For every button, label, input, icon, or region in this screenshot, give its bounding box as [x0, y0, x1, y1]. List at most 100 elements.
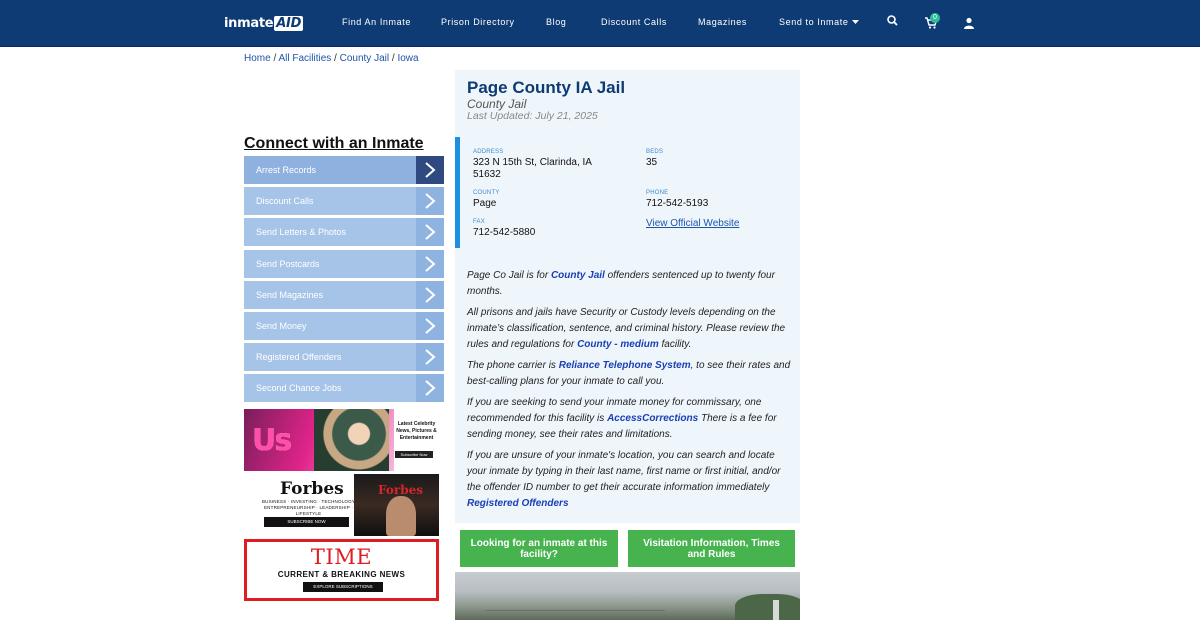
us-weekly-ad[interactable]: Us Latest Celebrity News, Pictures & Ent… — [244, 409, 439, 471]
facility-card: Page County IA Jail County Jail Last Upd… — [455, 70, 800, 523]
user-icon[interactable] — [962, 16, 976, 30]
nav-find-inmate[interactable]: Find An Inmate — [342, 17, 411, 27]
chevron-right-icon — [416, 156, 444, 184]
nav-send-label: Send to Inmate — [779, 17, 849, 27]
facility-photo — [455, 572, 800, 620]
photo-pole — [773, 600, 779, 620]
photo-wire — [485, 610, 665, 611]
find-inmate-button[interactable]: Looking for an inmate at this facility? — [460, 530, 618, 567]
sidebar-item-send-postcards[interactable]: Send Postcards — [244, 249, 444, 278]
sidebar-item-discount-calls[interactable]: Discount Calls — [244, 187, 444, 216]
forbes-logo: Forbes — [280, 479, 344, 499]
cover-logo: Forbes — [378, 483, 423, 497]
sidebar-title: Connect with an Inmate — [244, 135, 424, 152]
desc-text: Page Co Jail is for — [467, 270, 551, 281]
sidebar-menu: Arrest Records Discount Calls Send Lette… — [244, 156, 444, 406]
top-navbar: inmate AID Find An Inmate Prison Director… — [0, 0, 1200, 47]
nav-blog[interactable]: Blog — [546, 17, 566, 27]
ad-subscribe-button[interactable]: Subscribe Now — [395, 451, 433, 458]
facility-description: Page Co Jail is for County Jail offender… — [467, 268, 793, 517]
site-logo[interactable]: inmate AID — [224, 15, 304, 31]
page-title: Page County IA Jail — [467, 78, 626, 97]
sidebar-item-label: Send Money — [256, 320, 307, 331]
us-logo: Us — [252, 423, 292, 458]
registered-offenders-link[interactable]: Registered Offenders — [467, 498, 569, 509]
caret-down-icon — [851, 20, 859, 25]
nav-prison-directory[interactable]: Prison Directory — [441, 17, 515, 27]
official-website-link[interactable]: View Official Website — [646, 218, 739, 229]
phone-carrier-link[interactable]: Reliance Telephone System — [559, 360, 691, 371]
desc-paragraph: If you are unsure of your inmate's locat… — [467, 448, 793, 512]
nav-discount-calls[interactable]: Discount Calls — [601, 17, 667, 27]
breadcrumb-separator: / — [331, 53, 340, 64]
forbes-ad[interactable]: Forbes BUSINESS · INVESTING · TECHNOLOGY… — [244, 474, 439, 536]
ad-text: Latest Celebrity News, Pictures & Entert… — [396, 421, 437, 441]
fax-value: 712-542-5880 — [473, 227, 536, 238]
sidebar-item-send-magazines[interactable]: Send Magazines — [244, 280, 444, 309]
desc-paragraph: The phone carrier is Reliance Telephone … — [467, 358, 793, 390]
nav-magazines[interactable]: Magazines — [698, 17, 747, 27]
logo-text: inmate — [224, 15, 274, 31]
cover-portrait — [386, 496, 416, 536]
access-corrections-link[interactable]: AccessCorrections — [607, 413, 698, 424]
ad-photo — [314, 409, 389, 471]
ad-subscribe-button[interactable]: SUBSCRIBE NOW — [264, 517, 349, 527]
facility-info-box: ADDRESS 323 N 15th St, Clarinda, IA 5163… — [455, 137, 800, 248]
chevron-right-icon — [416, 280, 444, 309]
breadcrumb-iowa[interactable]: Iowa — [397, 53, 418, 64]
ad-tagline: BUSINESS · INVESTING · TECHNOLOGY ENTREP… — [261, 499, 356, 516]
chevron-right-icon — [416, 311, 444, 340]
breadcrumb-all-facilities[interactable]: All Facilities — [278, 53, 331, 64]
desc-paragraph: If you are seeking to send your inmate m… — [467, 395, 793, 443]
security-level-link[interactable]: County - medium — [577, 339, 659, 350]
sidebar-item-arrest-records[interactable]: Arrest Records — [244, 156, 444, 184]
chevron-right-icon — [416, 218, 444, 247]
ad-explore-button[interactable]: EXPLORE SUBSCRIPTIONS — [303, 582, 383, 592]
search-icon[interactable] — [886, 14, 900, 28]
beds-value: 35 — [646, 157, 658, 168]
phone-value: 712-542-5193 — [646, 198, 709, 209]
cart-count-badge: 0 — [930, 13, 940, 23]
desc-text: facility. — [658, 339, 692, 350]
time-logo: TIME — [310, 545, 373, 569]
chevron-right-icon — [416, 249, 444, 278]
phone-label: PHONE — [646, 190, 669, 196]
logo-accent: AID — [274, 15, 304, 31]
chevron-right-icon — [416, 187, 444, 216]
nav-send-to-inmate[interactable]: Send to Inmate — [779, 17, 859, 27]
last-updated: Last Updated: July 21, 2025 — [467, 110, 598, 122]
sidebar-item-second-chance-jobs[interactable]: Second Chance Jobs — [244, 374, 444, 403]
chevron-right-icon — [416, 343, 444, 372]
address-line: 323 N 15th St, Clarinda, IA — [473, 157, 592, 168]
time-ad[interactable]: TIME CURRENT & BREAKING NEWS EXPLORE SUB… — [244, 539, 439, 601]
chevron-right-icon — [416, 374, 444, 403]
county-value: Page — [473, 198, 497, 209]
sidebar-item-label: Send Postcards — [256, 258, 320, 269]
fax-label: FAX — [473, 219, 485, 225]
sidebar-item-label: Discount Calls — [256, 196, 314, 207]
photo-trees — [735, 594, 800, 620]
county-jail-link[interactable]: County Jail — [551, 270, 605, 281]
beds-label: BEDS — [646, 149, 664, 155]
address-zip: 51632 — [473, 169, 501, 180]
ad-subtitle: CURRENT & BREAKING NEWS — [277, 570, 406, 579]
desc-text: The phone carrier is — [467, 360, 559, 371]
breadcrumb: Home / All Facilities / County Jail / Io… — [244, 53, 419, 64]
breadcrumb-county-jail[interactable]: County Jail — [340, 53, 389, 64]
sidebar-item-send-money[interactable]: Send Money — [244, 311, 444, 340]
breadcrumb-home[interactable]: Home — [244, 53, 271, 64]
sidebar-item-registered-offenders[interactable]: Registered Offenders — [244, 343, 444, 372]
desc-paragraph: All prisons and jails have Security or C… — [467, 305, 793, 353]
sidebar-item-label: Registered Offenders — [256, 352, 342, 363]
sidebar-item-label: Second Chance Jobs — [256, 383, 342, 394]
sidebar-item-label: Send Letters & Photos — [256, 227, 347, 238]
sidebar-item-send-letters-photos[interactable]: Send Letters & Photos — [244, 218, 444, 247]
magazine-cover: Forbes — [354, 474, 439, 536]
visitation-info-button[interactable]: Visitation Information, Times and Rules — [628, 530, 795, 567]
sidebar-item-label: Send Magazines — [256, 289, 324, 300]
sidebar-item-label: Arrest Records — [256, 165, 317, 175]
address-value: 323 N 15th St, Clarinda, IA 51632 — [473, 157, 592, 181]
desc-text: If you are unsure of your inmate's locat… — [467, 450, 781, 493]
facility-type: County Jail — [467, 97, 527, 111]
desc-paragraph: Page Co Jail is for County Jail offender… — [467, 268, 793, 300]
